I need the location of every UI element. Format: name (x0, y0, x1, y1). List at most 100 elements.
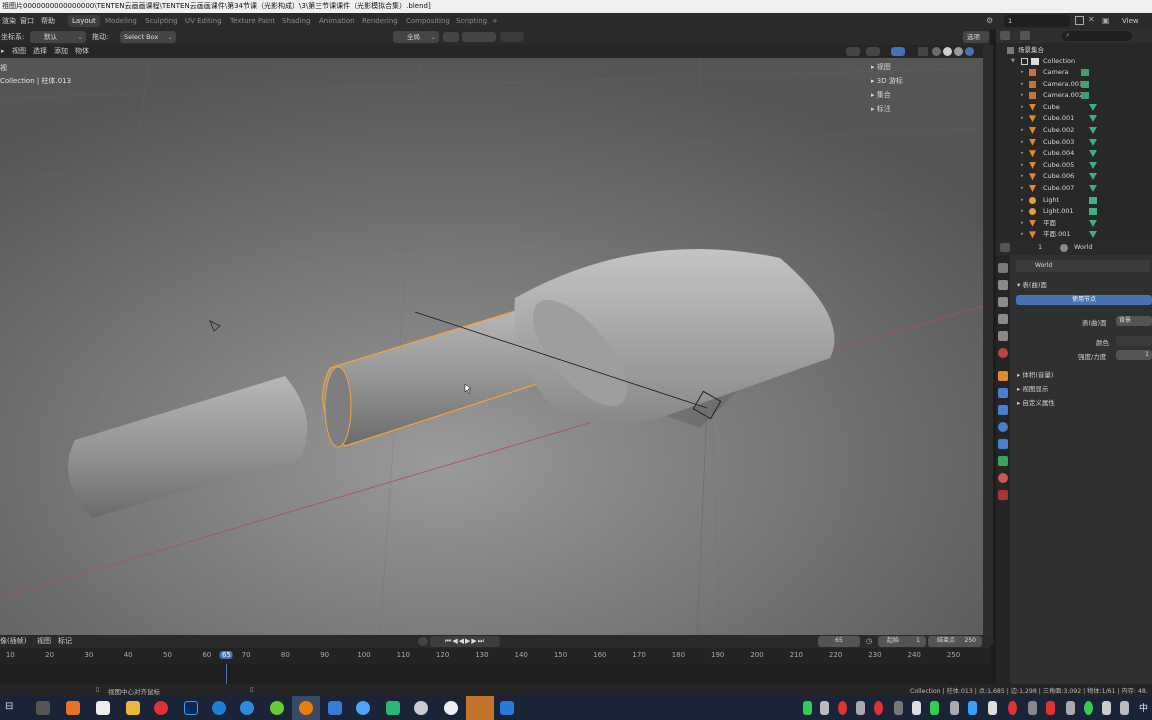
tab-texture-paint[interactable]: Texture Paint (226, 15, 279, 27)
outliner-item[interactable]: ▸ 平面.001 (996, 229, 1152, 240)
material-tab-icon[interactable] (998, 473, 1008, 483)
world-tab-icon[interactable] (998, 348, 1008, 358)
tray-icon[interactable] (912, 701, 921, 715)
particles-tab-icon[interactable] (998, 405, 1008, 415)
filter-icon[interactable] (1020, 31, 1030, 40)
surface-section-header[interactable]: ▾ 表(曲)面 (1017, 279, 1047, 289)
tab-uv-editing[interactable]: UV Editing (181, 15, 226, 27)
texture-tab-icon[interactable] (998, 490, 1008, 500)
checkbox-icon[interactable] (1021, 58, 1028, 65)
scene-collection-row[interactable]: 场景集合 (996, 45, 1152, 56)
expand-icon[interactable]: ▸ (1021, 67, 1024, 78)
app-icon[interactable] (270, 701, 284, 715)
expand-icon[interactable]: ▸ (1021, 218, 1024, 229)
tray-icon[interactable] (968, 701, 977, 715)
menu-add[interactable]: 添加 (54, 45, 68, 58)
tab-sculpting[interactable]: Sculpting (141, 15, 182, 27)
3d-viewport[interactable]: 视 Collection | 柱体.013 ▸ 视图 ▸ 3D 游标 ▸ 集合 … (0, 58, 983, 635)
tray-icon[interactable] (988, 701, 997, 715)
volume-section[interactable]: ▸ 体积(音量) (1017, 369, 1053, 379)
tray-icon[interactable] (1084, 701, 1093, 715)
menu-render[interactable]: 渲染 (2, 13, 16, 29)
outliner-item[interactable]: ▸ Light.001 (996, 206, 1152, 217)
npanel-3d-cursor[interactable]: ▸ 3D 游标 (871, 76, 903, 86)
mesh-data-icon[interactable] (1089, 161, 1097, 169)
constraints-tab-icon[interactable] (998, 439, 1008, 449)
tab-layout[interactable]: Layout (68, 15, 100, 27)
sidebar-tab-strip[interactable] (983, 45, 993, 645)
timeline-menu-view[interactable]: 视图 (37, 635, 51, 648)
custom-properties-section[interactable]: ▸ 自定义属性 (1017, 397, 1055, 407)
tray-icon[interactable] (1102, 701, 1111, 715)
add-workspace-button[interactable]: + (488, 15, 502, 27)
tray-icon[interactable] (856, 701, 865, 715)
outliner-item[interactable]: ▸ Cube.003 (996, 137, 1152, 148)
tray-icon[interactable] (930, 701, 939, 715)
tab-shading[interactable]: Shading (278, 15, 314, 27)
use-nodes-button[interactable]: 使用节点 (1016, 295, 1152, 305)
surface-dropdown[interactable]: 背景 (1116, 316, 1152, 326)
visibility-icon[interactable] (846, 47, 860, 56)
timeline-ruler[interactable]: 10 20 30 40 50 60 65 70 80 90 100 110 120 130 140 150 16… (0, 648, 990, 664)
orientation-dropdown[interactable]: 默认 ⌄ (30, 31, 86, 43)
mesh-data-icon[interactable] (1089, 103, 1097, 111)
render-tab-icon[interactable] (998, 280, 1008, 290)
expand-icon[interactable]: ▸ (1021, 206, 1024, 217)
mesh-data-icon[interactable] (1089, 219, 1097, 227)
color-swatch[interactable] (1116, 336, 1152, 346)
viewport-display-section[interactable]: ▸ 视图显示 (1017, 383, 1048, 393)
mesh-data-icon[interactable] (1089, 127, 1097, 134)
camera-data-icon[interactable] (1081, 80, 1089, 88)
expand-icon[interactable]: ▸ (1021, 137, 1024, 148)
mode-icon[interactable]: ▸ (1, 45, 5, 58)
overlays-icon[interactable] (891, 47, 905, 56)
outliner-item[interactable]: ▸ Light (996, 195, 1152, 206)
app-icon[interactable] (66, 701, 80, 715)
drag-dropdown[interactable]: Select Box ⌄ (120, 31, 176, 43)
camera-data-icon[interactable] (1081, 92, 1089, 100)
menu-view[interactable]: 视图 (12, 45, 26, 58)
tray-icon[interactable] (1120, 701, 1129, 715)
outliner-item[interactable]: ▸ Camera.002 (996, 90, 1152, 101)
close-icon[interactable]: ✕ (1088, 15, 1095, 24)
mesh-data-icon[interactable] (1089, 173, 1097, 181)
copy-scene-icon[interactable] (1075, 16, 1084, 25)
menu-select[interactable]: 选择 (33, 45, 47, 58)
ime-indicator[interactable]: 中 (1139, 701, 1148, 714)
tab-animation[interactable]: Animation (315, 15, 359, 27)
mesh-data-icon[interactable] (1089, 138, 1097, 146)
editor-type-icon[interactable] (1000, 243, 1010, 252)
xray-icon[interactable] (918, 47, 928, 56)
app-icon[interactable] (328, 701, 342, 715)
task-view-icon[interactable]: ⊟ (5, 701, 13, 712)
world-selector[interactable]: World (1016, 260, 1150, 272)
collection-row[interactable]: ▼ Collection (996, 56, 1152, 67)
outliner-item[interactable]: ▸ Cube.007 (996, 183, 1152, 194)
proportional-edit-button[interactable] (500, 32, 524, 42)
app-icon[interactable] (356, 701, 370, 715)
outliner-item[interactable]: ▸ Camera (996, 67, 1152, 78)
expand-icon[interactable]: ▸ (1021, 90, 1024, 101)
tray-icon[interactable] (1066, 701, 1075, 715)
expand-icon[interactable]: ▸ (1021, 195, 1024, 206)
expand-icon[interactable]: ▸ (1021, 160, 1024, 171)
timeline-menu-marker[interactable]: 标记 (58, 635, 72, 648)
tray-icon[interactable] (1008, 701, 1017, 715)
playback-controls[interactable]: ⏮◀◀▶▶⏭ (430, 636, 500, 647)
physics-tab-icon[interactable] (998, 422, 1008, 432)
app-icon[interactable] (36, 701, 50, 715)
strength-field[interactable]: 1 (1116, 350, 1152, 360)
mesh-data-icon[interactable] (1089, 150, 1097, 158)
outliner-search-input[interactable]: ⌕ (1062, 31, 1132, 41)
timeline-area[interactable] (0, 664, 990, 684)
rendered-shading-icon[interactable] (965, 47, 974, 56)
expand-icon[interactable]: ▸ (1021, 183, 1024, 194)
app-icon[interactable] (444, 701, 458, 715)
view-layer-selector[interactable]: View Layer (1122, 13, 1152, 41)
menu-help[interactable]: 帮助 (41, 13, 55, 29)
mesh-data-icon[interactable] (1089, 231, 1097, 239)
expand-icon[interactable]: ▸ (1021, 229, 1024, 240)
data-tab-icon[interactable] (998, 456, 1008, 466)
tray-icon[interactable] (874, 701, 883, 715)
expand-icon[interactable]: ▸ (1021, 113, 1024, 124)
